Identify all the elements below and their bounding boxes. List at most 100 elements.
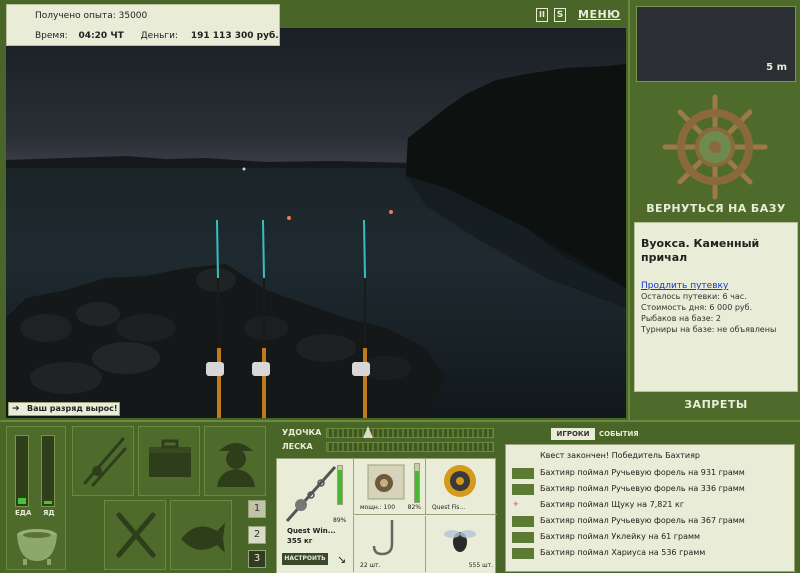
- rod-label: УДОЧКА: [282, 428, 322, 437]
- pike-icon: ✦: [512, 500, 534, 511]
- rod-cell[interactable]: 89% Quest Win... 355 кг НАСТРОИТЬ ↘: [279, 461, 351, 573]
- poison-bar-fill: [44, 500, 52, 504]
- rods-slot[interactable]: [72, 426, 134, 496]
- money-value: 191 113 300 руб.: [190, 31, 279, 41]
- fish-icon: [512, 484, 534, 495]
- ship-wheel-icon[interactable]: [662, 94, 768, 200]
- rods-icon: [83, 437, 127, 487]
- poison-bar: [41, 435, 55, 507]
- settings-button[interactable]: S: [554, 8, 566, 22]
- reel-icon: [367, 464, 405, 500]
- rods-layer[interactable]: [6, 28, 626, 418]
- rod-reel-icon: [285, 466, 337, 522]
- poison-label: ЯД: [43, 509, 55, 517]
- tab-events[interactable]: СОБЫТИЯ: [599, 428, 639, 440]
- rod-name: Quest Win...: [287, 527, 336, 535]
- fishers-count: Рыбаков на базе: 2: [641, 314, 721, 323]
- rod-2[interactable]: [252, 219, 270, 418]
- return-to-base-button[interactable]: ВЕРНУТЬСЯ НА БАЗУ: [630, 202, 800, 215]
- rod-condition-percent: 89%: [333, 517, 347, 524]
- list-item: Бахтияр поймал Ручьевую форель на 367 гр…: [540, 516, 745, 525]
- fly-bait-icon: [444, 530, 476, 552]
- fish-icon: [512, 548, 534, 559]
- line-spool-icon: [444, 465, 476, 497]
- rod-3[interactable]: [352, 219, 370, 418]
- food-label: ЕДА: [15, 509, 32, 517]
- tackle-box-icon: [149, 439, 191, 477]
- info-panel: Получено опыта: 35000 Время: 04:20 ЧТ Де…: [6, 4, 280, 46]
- list-item: Бахтияр поймал Хариуса на 536 грамм: [540, 548, 706, 557]
- character-slot[interactable]: [204, 426, 266, 496]
- reel-cell[interactable]: мощн.: 100 82%: [353, 459, 425, 515]
- rank-message[interactable]: ➔ Ваш разряд вырос!: [8, 402, 120, 416]
- extend-permit-link[interactable]: Продлить путевку: [641, 281, 791, 291]
- rod-condition-fill: [338, 470, 342, 504]
- xp-value: 35000: [118, 11, 148, 21]
- day-cost: Стоимость дня: 6 000 руб.: [641, 303, 753, 312]
- food-bar: [15, 435, 29, 507]
- fish-icon: [181, 523, 225, 553]
- fishing-scene[interactable]: [6, 28, 626, 418]
- bottom-panel: ЕДА ЯД 1 2 3 УДОЧКА ЛЕСКА 89% Quest Win.…: [0, 420, 800, 573]
- time-value: 04:20 ЧТ: [78, 31, 124, 41]
- fish-icon: [512, 516, 534, 527]
- catch-slot[interactable]: [170, 500, 232, 570]
- tension-marker-icon: [363, 426, 373, 438]
- right-panel: 5 m ВЕРНУТЬСЯ НА БАЗУ Вуокса. Каменный п…: [628, 0, 800, 420]
- rod-1[interactable]: [206, 219, 224, 418]
- tune-button[interactable]: НАСТРОИТЬ: [282, 553, 328, 565]
- rank-message-text: Ваш разряд вырос!: [27, 404, 118, 413]
- knife-fork-icon: [116, 512, 156, 558]
- xp-row: Получено опыта: 35000: [35, 11, 147, 21]
- rod-max-weight: 355 кг: [287, 537, 313, 545]
- reel-condition-gauge: [414, 463, 420, 503]
- cauldron-icon[interactable]: [13, 521, 61, 567]
- fish-icon: [512, 532, 534, 543]
- menu-button[interactable]: МЕНЮ: [578, 8, 621, 22]
- events-list: Квест закончен! Победитель Бахтияр Бахти…: [505, 444, 795, 572]
- reel-condition-percent: 82%: [407, 504, 421, 511]
- pause-button[interactable]: II: [536, 8, 548, 22]
- line-name: Quest Fis...: [432, 504, 466, 511]
- bans-button[interactable]: ЗАПРЕТЫ: [630, 398, 800, 411]
- depth-meter: 5 m: [636, 6, 796, 82]
- game-root: Получено опыта: 35000 Время: 04:20 ЧТ Де…: [0, 0, 800, 573]
- reel-condition-fill: [415, 470, 419, 502]
- rod-tension-track: [326, 428, 494, 438]
- list-item: Бахтияр поймал Уклейку на 61 грамм: [540, 532, 701, 541]
- permit-remaining: Осталось путевки: 6 час.: [641, 292, 747, 301]
- xp-label: Получено опыта:: [35, 11, 116, 21]
- slot-number-1[interactable]: 1: [248, 500, 266, 518]
- rod-condition-gauge: [337, 465, 343, 505]
- tab-players[interactable]: ИГРОКИ: [551, 428, 595, 440]
- bait-cell[interactable]: 555 шт.: [425, 516, 497, 572]
- list-item: Квест закончен! Победитель Бахтияр: [540, 451, 700, 460]
- location-title: Вуокса. Каменный причал: [641, 237, 760, 264]
- line-label: ЛЕСКА: [282, 442, 313, 451]
- expand-arrow-icon[interactable]: ↘: [337, 553, 346, 566]
- status-bars: ЕДА ЯД: [6, 426, 66, 570]
- fish-icon: [512, 468, 534, 479]
- tackle-box-slot[interactable]: [138, 426, 200, 496]
- equipment-grid: 89% Quest Win... 355 кг НАСТРОИТЬ ↘ мощн…: [276, 458, 497, 573]
- tournaments-status: Турниры на базе: не объявлены: [641, 325, 777, 334]
- hook-icon: [372, 520, 394, 556]
- food-slot[interactable]: [104, 500, 166, 570]
- hook-count: 22 шт.: [360, 562, 381, 569]
- bait-count: 555 шт.: [468, 562, 493, 569]
- reel-power: мощн.: 100: [360, 504, 396, 511]
- list-item: Бахтияр поймал Щуку на 7,821 кг: [540, 500, 685, 509]
- time-money-row: Время: 04:20 ЧТ Деньги: 191 113 300 руб.: [35, 31, 279, 41]
- slot-number-3[interactable]: 3: [248, 550, 266, 568]
- food-bar-fill: [18, 498, 26, 504]
- line-cell[interactable]: Quest Fis...: [425, 459, 497, 515]
- slot-number-2[interactable]: 2: [248, 526, 266, 544]
- list-item: Бахтияр поймал Ручьевую форель на 336 гр…: [540, 484, 745, 493]
- depth-value: 5 m: [766, 62, 787, 73]
- arrow-right-icon: ➔: [12, 404, 20, 414]
- hook-cell[interactable]: 22 шт.: [353, 516, 425, 572]
- events-feed-panel: ИГРОКИ СОБЫТИЯ Квест закончен! Победител…: [503, 424, 797, 573]
- tackle-panel: УДОЧКА ЛЕСКА 89% Quest Win... 355 кг НАС…: [276, 424, 497, 573]
- list-item: Бахтияр поймал Ручьевую форель на 931 гр…: [540, 468, 745, 477]
- time-label: Время:: [35, 31, 68, 41]
